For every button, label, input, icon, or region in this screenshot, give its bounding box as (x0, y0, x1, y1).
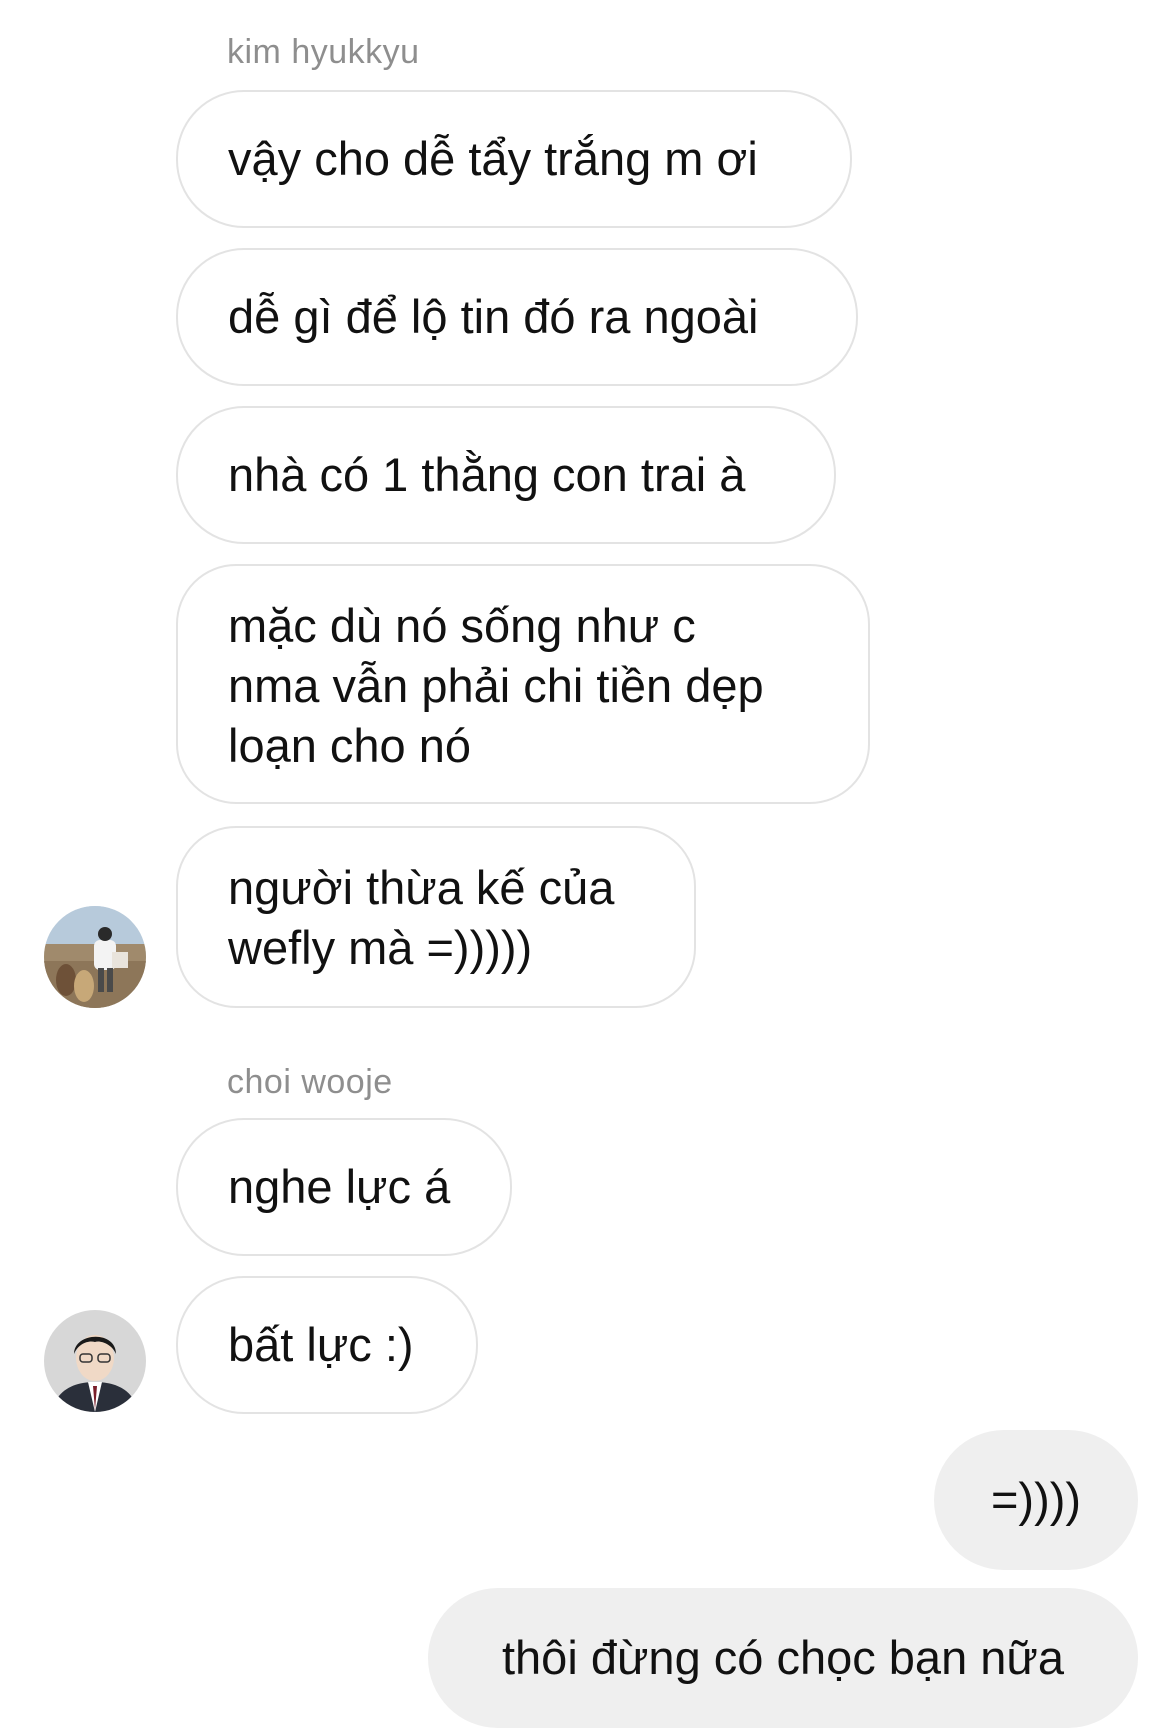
avatar-photo-icon (44, 1310, 146, 1412)
message-text: =)))) (990, 1473, 1082, 1526)
message-text: người thừa kế của wefly mà =))))) (228, 861, 615, 974)
message-bubble[interactable]: bất lực :) (176, 1276, 478, 1414)
message-text: nghe lực á (228, 1160, 451, 1213)
message-text: thôi đừng có chọc bạn nữa (501, 1631, 1065, 1684)
message-bubble[interactable]: nghe lực á (176, 1118, 512, 1256)
sender-name: choi wooje (227, 1063, 393, 1101)
message-text: vậy cho dễ tẩy trắng m ơi (228, 132, 758, 185)
message-bubble[interactable]: dễ gì để lộ tin đó ra ngoài (176, 248, 858, 386)
outgoing-message-bubble[interactable]: thôi đừng có chọc bạn nữa (428, 1588, 1138, 1728)
message-text: nhà có 1 thằng con trai à (228, 448, 746, 501)
message-bubble[interactable]: người thừa kế của wefly mà =))))) (176, 826, 696, 1008)
outgoing-message-bubble[interactable]: =)))) (934, 1430, 1138, 1570)
avatar[interactable] (44, 1310, 146, 1412)
message-text: dễ gì để lộ tin đó ra ngoài (228, 290, 759, 343)
message-bubble[interactable]: vậy cho dễ tẩy trắng m ơi (176, 90, 852, 228)
avatar[interactable] (44, 906, 146, 1008)
message-bubble[interactable]: nhà có 1 thằng con trai à (176, 406, 836, 544)
message-text: bất lực :) (228, 1318, 414, 1371)
sender-name: kim hyukkyu (227, 33, 420, 71)
avatar-photo-icon (44, 906, 146, 1008)
message-bubble[interactable]: mặc dù nó sống như c nma vẫn phải chi ti… (176, 564, 870, 804)
message-text: mặc dù nó sống như c nma vẫn phải chi ti… (228, 599, 764, 772)
